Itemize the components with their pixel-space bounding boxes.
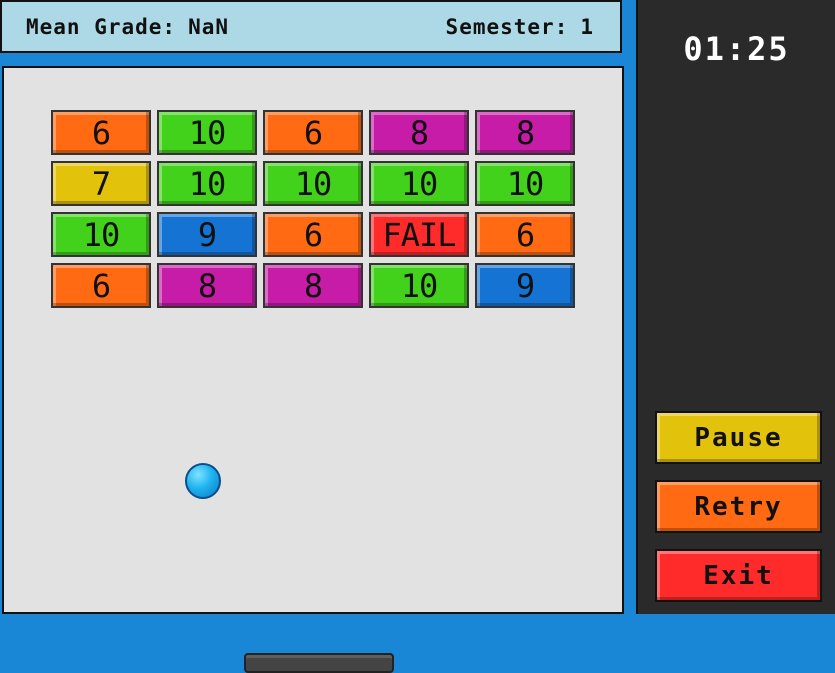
brick: 10 (475, 161, 575, 206)
brick: 8 (263, 263, 363, 308)
brick: 8 (157, 263, 257, 308)
brick: 10 (263, 161, 363, 206)
mean-grade: Mean Grade: NaN (26, 15, 229, 39)
brick: 10 (51, 212, 151, 257)
ball (185, 463, 221, 499)
mean-grade-value: NaN (188, 14, 230, 39)
brick: 6 (475, 212, 575, 257)
brick: 6 (51, 110, 151, 155)
semester: Semester: 1 (446, 15, 594, 39)
status-bar: Mean Grade: NaN Semester: 1 (0, 0, 622, 53)
brick: 10 (157, 110, 257, 155)
brick: 10 (157, 161, 257, 206)
brick: 10 (369, 263, 469, 308)
brick: 6 (51, 263, 151, 308)
brick: 9 (475, 263, 575, 308)
semester-value: 1 (580, 14, 594, 39)
brick: 8 (475, 110, 575, 155)
play-field[interactable]: 6 10 6 8 8 7 10 10 10 10 10 9 6 FAIL 6 6 8 8 10 9 (2, 66, 624, 673)
brick: 7 (51, 161, 151, 206)
retry-button[interactable]: Retry (655, 480, 822, 533)
frame-divider (0, 53, 636, 66)
frame-border (624, 0, 636, 614)
semester-label: Semester: (445, 14, 569, 39)
brick: 6 (263, 110, 363, 155)
brick: 9 (157, 212, 257, 257)
brick: 10 (369, 161, 469, 206)
sidebar: 01:25 Pause Retry Exit (636, 0, 835, 614)
brick: 8 (369, 110, 469, 155)
pause-button[interactable]: Pause (655, 411, 822, 464)
mean-grade-label: Mean Grade: (26, 14, 177, 39)
timer: 01:25 (683, 30, 790, 68)
brick: FAIL (369, 212, 469, 257)
brick: 6 (263, 212, 363, 257)
paddle[interactable] (244, 653, 394, 673)
exit-button[interactable]: Exit (655, 549, 822, 602)
